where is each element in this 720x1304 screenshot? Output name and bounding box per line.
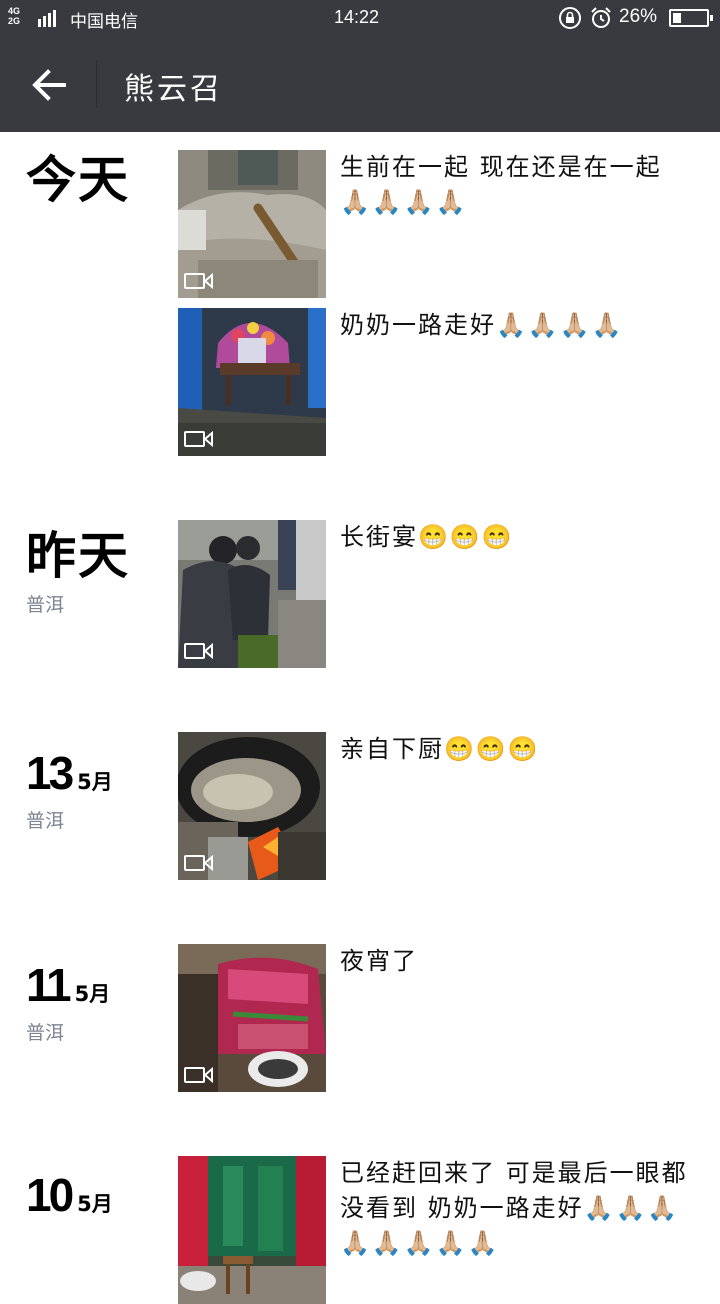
video-thumbnail[interactable] — [178, 308, 326, 456]
video-camera-icon — [184, 1066, 213, 1084]
moment-caption: 奶奶一路走好🙏🏼🙏🏼🙏🏼🙏🏼 — [340, 311, 624, 339]
date-month: 5月 — [77, 1192, 113, 1216]
moment-caption: 生前在一起 现在还是在一起 🙏🏼🙏🏼🙏🏼🙏🏼 — [340, 153, 672, 216]
moment-caption: 夜宵了 — [340, 947, 418, 975]
moment-caption: 长街宴😁😁😁 — [340, 523, 514, 551]
video-camera-icon — [184, 854, 213, 872]
moment-caption: 已经赶回来了 可是最后一眼都没看到 奶奶一路走好🙏🏼🙏🏼🙏🏼🙏🏼🙏🏼🙏🏼🙏🏼🙏🏼 — [340, 1159, 688, 1257]
page-title: 熊云召 — [124, 72, 223, 107]
video-camera-icon — [184, 272, 213, 290]
status-bar: 4G 2G 中国电信 14:22 26% — [0, 0, 720, 36]
moment-entry[interactable]: 亲自下厨😁😁😁 — [178, 732, 698, 880]
carrier-name: 中国电信 — [70, 12, 138, 31]
video-thumbnail[interactable] — [178, 944, 326, 1092]
date-month: 5月 — [74, 982, 111, 1006]
alarm-icon — [591, 7, 611, 28]
signal-icon — [38, 9, 56, 27]
header-divider — [96, 60, 97, 108]
network-type: 4G 2G — [8, 6, 21, 26]
back-arrow-icon[interactable] — [28, 64, 70, 106]
title-bar: 熊云召 — [0, 36, 720, 132]
video-thumbnail[interactable] — [178, 520, 326, 668]
video-thumbnail[interactable] — [178, 732, 326, 880]
video-thumbnail[interactable] — [178, 1156, 326, 1304]
date-day: 10 — [26, 1169, 74, 1221]
rotation-lock-icon — [559, 7, 581, 29]
date-day: 11 — [26, 959, 72, 1011]
date-label: 13 5月 普洱 — [26, 748, 176, 833]
video-camera-icon — [184, 642, 213, 660]
battery-icon — [669, 9, 713, 27]
video-thumbnail[interactable] — [178, 150, 326, 298]
date-month: 5月 — [77, 770, 113, 794]
location-label: 普洱 — [26, 810, 65, 832]
date-label: 11 5月 普洱 — [26, 960, 176, 1045]
moment-entry[interactable]: 生前在一起 现在还是在一起 🙏🏼🙏🏼🙏🏼🙏🏼 — [178, 150, 698, 298]
thumbnail-image — [178, 1156, 326, 1304]
moment-entry[interactable]: 已经赶回来了 可是最后一眼都没看到 奶奶一路走好🙏🏼🙏🏼🙏🏼🙏🏼🙏🏼🙏🏼🙏🏼🙏🏼 — [178, 1156, 698, 1304]
moment-entry[interactable]: 长街宴😁😁😁 — [178, 520, 698, 668]
date-day: 13 — [26, 747, 74, 799]
location-label: 普洱 — [26, 594, 65, 616]
date-label: 今天 — [26, 150, 130, 209]
date-label: 昨天 普洱 — [26, 526, 176, 617]
moment-caption: 亲自下厨😁😁😁 — [340, 735, 540, 763]
moment-entry[interactable]: 夜宵了 — [178, 944, 698, 1092]
clock: 14:22 — [334, 7, 380, 27]
video-camera-icon — [184, 430, 213, 448]
moment-entry[interactable]: 奶奶一路走好🙏🏼🙏🏼🙏🏼🙏🏼 — [178, 308, 698, 456]
battery-percent: 26% — [619, 6, 658, 27]
date-label: 10 5月 — [26, 1170, 176, 1220]
location-label: 普洱 — [26, 1022, 65, 1044]
